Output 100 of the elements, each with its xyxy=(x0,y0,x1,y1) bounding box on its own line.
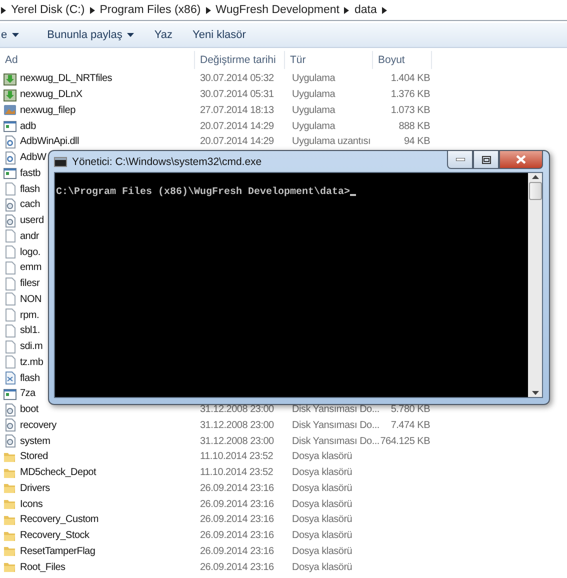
file-type: Dosya klasörü xyxy=(291,546,354,557)
folder-icon xyxy=(3,481,17,496)
file-type: Dosya klasörü xyxy=(291,451,354,462)
breadcrumb-item[interactable]: Yerel Disk (C:) xyxy=(11,4,85,16)
program-window-icon xyxy=(3,119,17,134)
file-name[interactable]: fastb xyxy=(20,168,40,179)
modified-date: 31.12.2008 23:00 xyxy=(199,420,275,431)
installer-icon xyxy=(3,72,17,86)
file-name[interactable]: tz.mb xyxy=(20,356,44,368)
file-size: 1.073 KB xyxy=(390,104,430,116)
file-icon xyxy=(3,324,17,338)
file-type: Dosya klasörü xyxy=(291,467,354,478)
file-type: Dosya klasörü xyxy=(291,514,354,526)
file-name[interactable]: flash xyxy=(20,184,40,195)
window-title: Yönetici: C:\Windows\system32\cmd.exe xyxy=(72,156,263,168)
modified-date: 27.07.2014 18:13 xyxy=(199,104,275,116)
file-name[interactable]: nexwug_DLnX xyxy=(20,89,82,100)
file-name[interactable]: system xyxy=(20,436,50,447)
minimize-button[interactable] xyxy=(447,151,473,169)
column-header[interactable]: Tür xyxy=(285,51,373,69)
file-name[interactable]: AdbWinApi.dll xyxy=(20,136,80,148)
column-header[interactable]: Ad xyxy=(0,51,195,69)
modified-date: 30.07.2014 05:32 xyxy=(199,73,275,84)
file-name[interactable]: ResetTamperFlag xyxy=(20,546,96,557)
modified-date: 26.09.2014 23:16 xyxy=(199,546,275,557)
toolbar-button[interactable]: Yeni klasör xyxy=(192,29,246,41)
close-button[interactable] xyxy=(499,151,543,169)
minimize-icon xyxy=(456,158,464,161)
file-icon xyxy=(3,308,17,322)
modified-date: 20.07.2014 14:29 xyxy=(199,120,275,132)
file-size: 94 KB xyxy=(403,136,430,148)
disk-image-icon xyxy=(3,198,17,212)
modified-date: 26.09.2014 23:16 xyxy=(199,530,275,542)
file-type: Uygulama xyxy=(291,120,336,132)
file-icon xyxy=(3,340,17,354)
file-type: Dosya klasörü xyxy=(291,562,354,573)
disk-image-icon xyxy=(3,214,17,228)
chevron-icon xyxy=(1,6,6,14)
script-file-icon xyxy=(3,371,17,386)
installer-icon xyxy=(3,88,17,102)
file-name[interactable]: sdi.m xyxy=(20,341,43,352)
file-name[interactable]: cach xyxy=(20,199,40,210)
file-name[interactable]: Drivers xyxy=(20,482,50,494)
chevron-icon xyxy=(344,6,350,14)
disk-image-icon xyxy=(3,402,17,417)
program-window-icon xyxy=(3,166,17,180)
file-icon xyxy=(3,292,17,306)
chevron-icon xyxy=(90,6,95,14)
column-header[interactable]: Değiştirme tarihi xyxy=(195,51,285,69)
file-name[interactable]: adb xyxy=(20,120,36,132)
file-name[interactable]: rpm. xyxy=(20,310,39,321)
file-icon xyxy=(3,276,17,291)
file-name[interactable]: 7za xyxy=(20,388,36,400)
file-name[interactable]: andr xyxy=(20,230,40,242)
scroll-thumb[interactable] xyxy=(528,182,542,200)
file-name[interactable]: sbl1. xyxy=(20,325,40,336)
modified-date: 31.12.2008 23:00 xyxy=(199,436,275,447)
console-icon xyxy=(54,156,67,166)
file-type: Dosya klasörü xyxy=(291,530,354,542)
file-name[interactable]: Icons xyxy=(20,498,43,510)
file-name[interactable]: MD5check_Depot xyxy=(20,467,96,478)
file-name[interactable]: recovery xyxy=(20,420,56,431)
file-icon xyxy=(3,260,17,275)
file-icon xyxy=(3,182,17,196)
breadcrumb-item[interactable]: data xyxy=(354,4,377,16)
chevron-icon xyxy=(382,6,387,14)
file-name[interactable]: emm xyxy=(20,262,42,274)
column-header[interactable]: Boyut xyxy=(373,51,432,69)
scroll-up-icon[interactable] xyxy=(532,175,538,179)
file-name[interactable]: flash xyxy=(20,372,40,384)
settings-file-icon xyxy=(3,150,17,165)
file-name[interactable]: boot xyxy=(20,404,38,416)
toolbar-button[interactable]: Bununla paylaş xyxy=(47,29,122,41)
file-name[interactable]: Recovery_Custom xyxy=(20,514,99,526)
file-name[interactable]: nexwug_DL_NRTfiles xyxy=(20,73,112,84)
toolbar-button[interactable]: e xyxy=(1,29,8,41)
file-name[interactable]: filesr xyxy=(20,278,40,290)
scroll-down-icon[interactable] xyxy=(532,391,538,395)
breadcrumb-item[interactable]: Program Files (x86) xyxy=(100,4,201,16)
modified-date: 26.09.2014 23:16 xyxy=(199,514,275,526)
file-type: Dosya klasörü xyxy=(291,482,354,494)
file-icon xyxy=(3,229,17,244)
file-name[interactable]: AdbW xyxy=(20,152,46,164)
file-name[interactable]: Stored xyxy=(20,451,48,462)
console-text: C:\Program Files (x86)\WugFresh Development\data> xyxy=(56,187,350,198)
maximize-button[interactable] xyxy=(473,151,499,169)
file-name[interactable]: Root_Files xyxy=(20,562,66,573)
file-size: 1.404 KB xyxy=(390,73,430,84)
file-name[interactable]: Recovery_Stock xyxy=(20,530,90,542)
modified-date: 26.09.2014 23:16 xyxy=(199,482,275,494)
file-name[interactable]: nexwug_filep xyxy=(20,104,76,116)
application-icon xyxy=(3,103,17,118)
maximize-icon xyxy=(482,156,490,164)
file-name[interactable]: logo. xyxy=(20,246,40,258)
file-name[interactable]: NON xyxy=(20,294,42,305)
folder-icon xyxy=(3,560,17,574)
file-name[interactable]: userd xyxy=(20,215,44,226)
modified-date: 30.07.2014 05:31 xyxy=(199,89,275,100)
breadcrumb-item[interactable]: WugFresh Development xyxy=(216,4,340,16)
toolbar-button[interactable]: Yaz xyxy=(154,29,172,41)
